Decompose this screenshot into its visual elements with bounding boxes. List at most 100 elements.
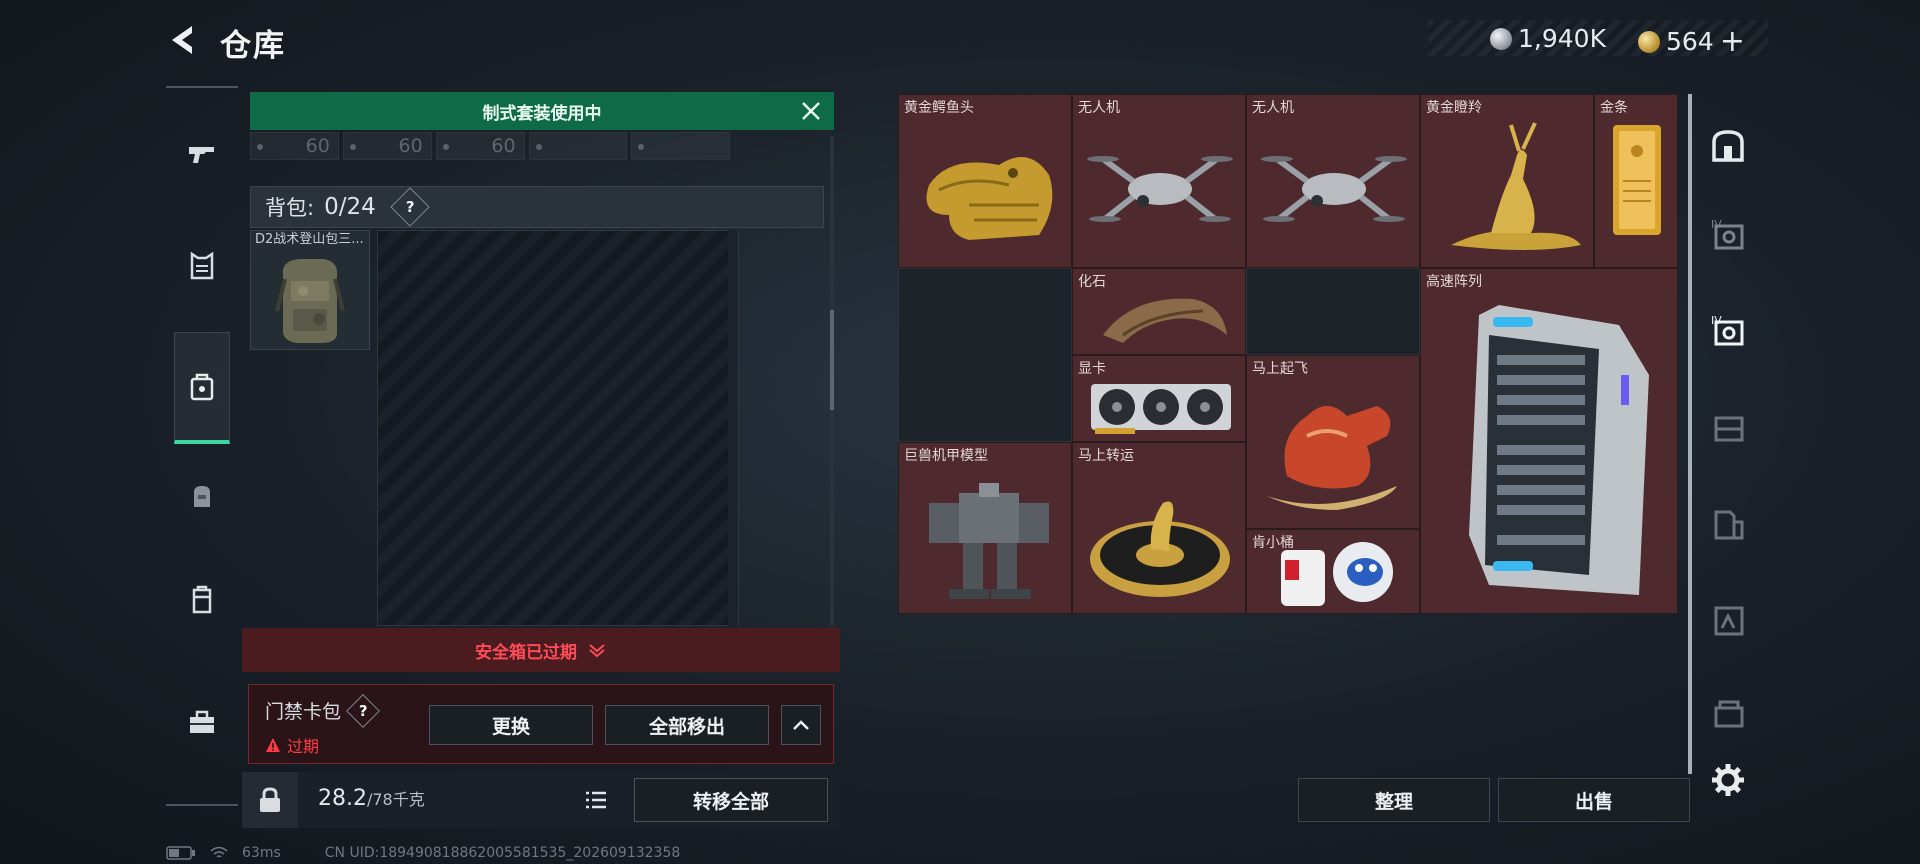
gold-croc-head-icon xyxy=(926,157,1053,240)
stash-page-6[interactable] xyxy=(1700,686,1756,742)
list-view-button[interactable] xyxy=(582,788,610,812)
collapse-button[interactable] xyxy=(781,705,821,745)
item-label: 黄金瞪羚 xyxy=(1426,100,1482,116)
back-button[interactable] xyxy=(164,20,200,60)
svg-text:IV: IV xyxy=(1711,314,1722,327)
transfer-all-button[interactable]: 转移全部 xyxy=(634,778,828,822)
stash-page-2[interactable]: IV xyxy=(1700,304,1756,360)
warning-icon xyxy=(266,738,280,752)
stash-page-5-icon xyxy=(1714,606,1744,636)
safebox-expired-bar[interactable]: 安全箱已过期 xyxy=(242,628,840,672)
mech-model-icon xyxy=(929,483,1049,599)
drone-icon xyxy=(1087,156,1233,222)
lock-button[interactable] xyxy=(242,772,298,828)
nav-weapons[interactable] xyxy=(174,126,230,182)
backpack-grid[interactable] xyxy=(377,230,739,626)
empty-slot[interactable] xyxy=(898,268,1072,442)
replace-button[interactable]: 更换 xyxy=(429,705,593,745)
ammo-slot-empty[interactable] xyxy=(631,132,731,160)
equipped-backpack-slot[interactable]: D2战术登山包三... xyxy=(250,230,370,350)
keycard-status-text: 过期 xyxy=(287,737,320,756)
stash-item[interactable]: 金条 xyxy=(1594,94,1678,268)
stash-grid: 黄金鳄鱼头 无人机 无人机 黄金瞪羚 金条 化石 高速阵列 显卡 马上起飞 巨兽… xyxy=(898,94,1678,614)
gold-currency[interactable]: 564 + xyxy=(1638,24,1745,59)
ammo-slot-empty[interactable] xyxy=(528,132,628,160)
silver-amount: 1,940K xyxy=(1518,24,1606,53)
stash-item[interactable]: 黄金瞪羚 xyxy=(1420,94,1594,268)
ammo-row: 60 60 60 xyxy=(250,132,731,164)
stash-item[interactable]: 显卡 xyxy=(1072,355,1246,442)
list-icon xyxy=(586,791,606,809)
graphics-card-icon xyxy=(1091,384,1231,434)
backpack-icon xyxy=(194,486,210,507)
backpack-grid-edge xyxy=(728,230,738,626)
ammo-slot[interactable]: 60 xyxy=(435,132,525,160)
kit-banner-text: 制式套装使用中 xyxy=(482,103,602,124)
stash-item[interactable]: 无人机 xyxy=(1072,94,1246,268)
stash-item[interactable]: 巨兽机甲模型 xyxy=(898,442,1072,614)
nav-toolbox[interactable] xyxy=(174,694,230,750)
stash-item[interactable]: 化石 xyxy=(1072,268,1246,355)
stash-item[interactable]: 高速阵列 xyxy=(1420,268,1678,614)
stash-page-5[interactable] xyxy=(1700,592,1756,648)
stash-page-6-icon xyxy=(1714,700,1744,728)
stash-page-4-icon xyxy=(1714,510,1744,540)
sort-button[interactable]: 整理 xyxy=(1298,778,1490,822)
battery-icon xyxy=(166,846,195,860)
settings-button[interactable] xyxy=(1700,752,1756,808)
gear-icon xyxy=(1712,764,1744,796)
keycard-title: 门禁卡包 xyxy=(265,701,342,723)
nav-container[interactable] xyxy=(174,572,230,628)
stash-page-1[interactable]: IV xyxy=(1700,208,1756,264)
remove-all-button[interactable]: 全部移出 xyxy=(605,705,769,745)
stash-page-4[interactable] xyxy=(1700,496,1756,552)
help-icon[interactable]: ? xyxy=(389,187,430,227)
stash-page-3-icon xyxy=(1714,416,1744,442)
status-bar: 63ms CN UID:18949081886200558153​5_20260… xyxy=(166,844,866,862)
gold-bar-icon xyxy=(1613,125,1661,235)
stash-item[interactable]: 肯小桶 xyxy=(1246,529,1420,614)
backpack-header: 背包: 0/24 ? xyxy=(250,186,824,228)
stash-item[interactable]: 马上起飞 xyxy=(1246,355,1420,529)
page-title: 仓库 xyxy=(220,28,286,64)
tactical-backpack-icon xyxy=(275,259,345,343)
item-label: 无人机 xyxy=(1078,100,1120,116)
fossil-claw-icon xyxy=(1103,298,1227,343)
close-icon[interactable] xyxy=(798,98,824,124)
safebox-bag-icon xyxy=(190,373,214,400)
gold-amount: 564 xyxy=(1666,27,1714,56)
stash-page-2-icon: IV xyxy=(1711,314,1744,346)
empty-slot[interactable] xyxy=(1246,268,1420,355)
item-label: 巨兽机甲模型 xyxy=(904,448,988,464)
back-arrow-icon xyxy=(172,26,192,54)
ping-value: 63ms xyxy=(242,845,281,861)
stash-page-1-icon: IV xyxy=(1711,218,1744,250)
red-horse-icon xyxy=(1267,406,1397,510)
case-icon xyxy=(192,585,212,614)
left-scrollbar-thumb[interactable] xyxy=(830,310,834,410)
stash-page-3[interactable] xyxy=(1700,400,1756,456)
stash-item[interactable]: 马上转运 xyxy=(1072,442,1246,614)
vest-icon xyxy=(190,251,214,280)
stash-page-nav: IV IV xyxy=(1700,94,1756,814)
ammo-slot[interactable]: 60 xyxy=(342,132,432,160)
item-label: 马上起飞 xyxy=(1252,361,1308,377)
stash-item[interactable]: 黄金鳄鱼头 xyxy=(898,94,1072,268)
ammo-slot[interactable]: 60 xyxy=(250,132,339,160)
toolbox-icon xyxy=(190,710,214,733)
help-icon[interactable]: ? xyxy=(346,693,380,728)
horse-coin-icon xyxy=(1090,501,1230,597)
stash-page-all[interactable] xyxy=(1700,118,1756,174)
add-currency-button[interactable]: + xyxy=(1720,24,1745,59)
nav-backpack-safe[interactable] xyxy=(174,332,230,444)
currency-bar: 1,940K 564 + xyxy=(1428,20,1768,59)
sell-button[interactable]: 出售 xyxy=(1498,778,1690,822)
stash-item[interactable]: 无人机 xyxy=(1246,94,1420,268)
nav-bag[interactable] xyxy=(174,468,230,524)
item-label: 金条 xyxy=(1600,100,1628,116)
drone-icon xyxy=(1261,156,1407,222)
stash-scrollbar[interactable] xyxy=(1688,94,1692,774)
nav-armor[interactable] xyxy=(174,238,230,294)
silver-coin-icon xyxy=(1490,27,1512,50)
weight-value: 28.2 xyxy=(318,786,367,811)
